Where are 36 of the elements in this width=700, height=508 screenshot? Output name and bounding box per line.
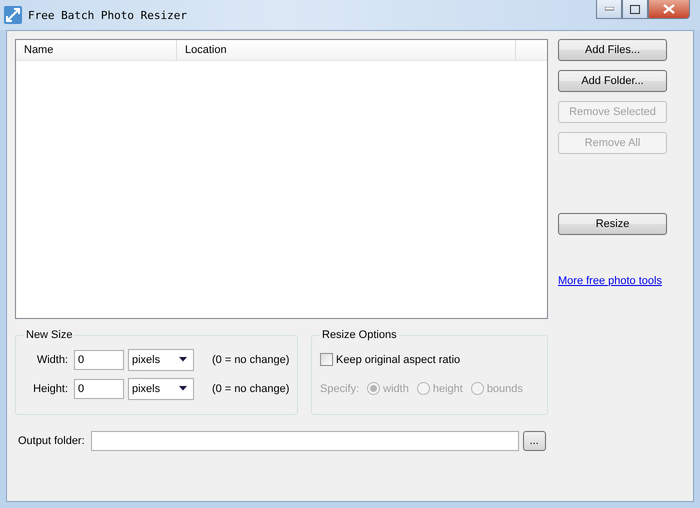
- output-folder-label: Output folder:: [18, 435, 85, 447]
- browse-button[interactable]: ...: [522, 431, 546, 451]
- column-header[interactable]: Name: [16, 40, 177, 60]
- caret-icon: [179, 357, 187, 362]
- field-label: Height:: [32, 382, 68, 394]
- close-button[interactable]: [648, 0, 690, 19]
- close-icon: [663, 4, 675, 14]
- maximize-button[interactable]: [622, 0, 648, 19]
- window-title: Free Batch Photo Resizer: [28, 8, 187, 22]
- input-field[interactable]: 0: [74, 378, 124, 398]
- unit-dropdown[interactable]: pixels: [128, 348, 194, 370]
- radio-label: height: [432, 382, 463, 394]
- checkbox[interactable]: [320, 353, 333, 366]
- minimize-button[interactable]: [596, 0, 622, 19]
- radio-label: width: [383, 382, 409, 394]
- maximize-icon: [630, 4, 640, 14]
- resize-button[interactable]: Resize: [558, 213, 667, 235]
- column-header[interactable]: Location: [177, 40, 516, 60]
- caret-icon: [179, 386, 187, 391]
- minimize-icon: [604, 7, 614, 11]
- input-field[interactable]: 0: [74, 350, 124, 370]
- radio-label: bounds: [486, 382, 523, 394]
- hint-text: (0 = no change): [212, 354, 290, 366]
- group-title: Resize Options: [321, 329, 398, 341]
- more-tools-link[interactable]: More free photo tools: [558, 274, 662, 291]
- action-button[interactable]: Add Folder...: [558, 70, 667, 92]
- checkbox-label: Keep original aspect ratio: [336, 354, 460, 366]
- group-title: New Size: [25, 329, 74, 341]
- app-icon: [4, 6, 22, 24]
- unit-dropdown[interactable]: pixels: [128, 378, 194, 400]
- specify-label: Specify:: [320, 382, 360, 394]
- file-list[interactable]: Name Location: [15, 39, 548, 319]
- output-folder-field[interactable]: [90, 431, 519, 451]
- action-button[interactable]: Add Files...: [558, 39, 667, 61]
- field-label: Width:: [36, 354, 68, 366]
- hint-text: (0 = no change): [212, 382, 290, 394]
